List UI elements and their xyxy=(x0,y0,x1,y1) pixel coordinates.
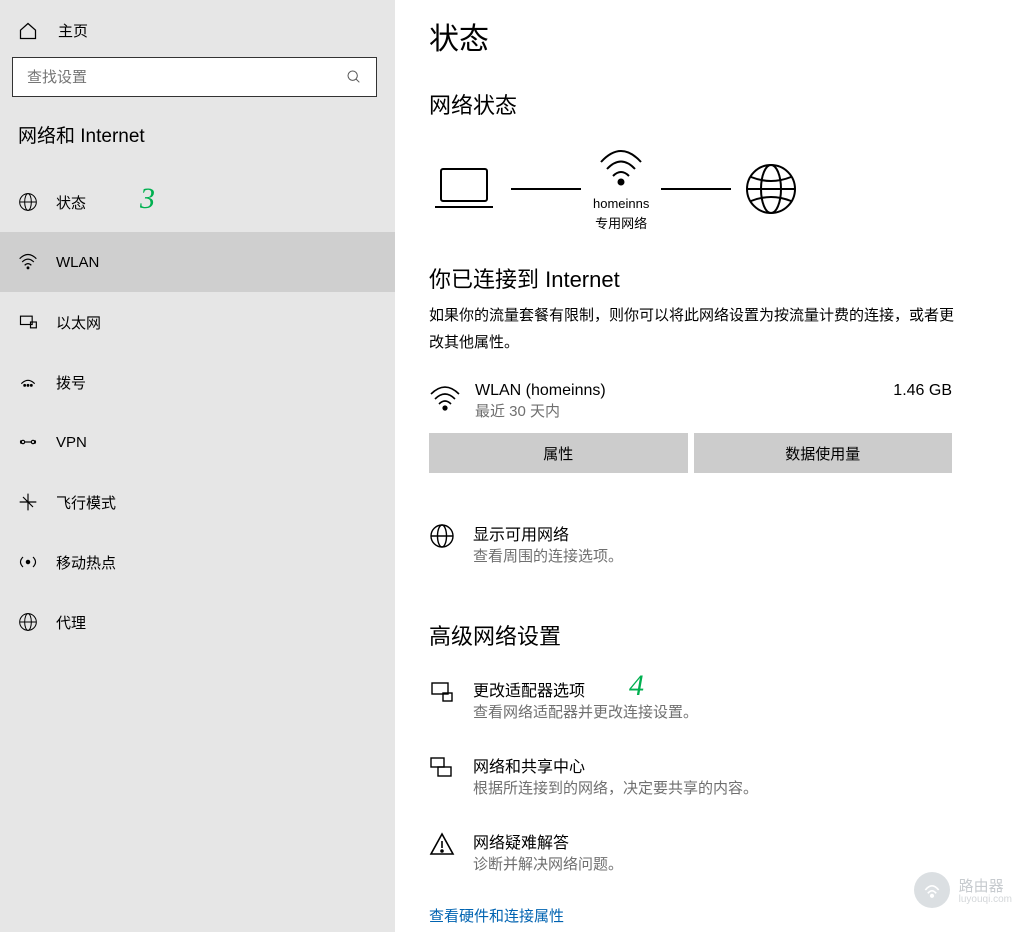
nav-item-wlan[interactable]: WLAN xyxy=(0,232,395,292)
troubleshoot-sub: 诊断并解决网络问题。 xyxy=(473,853,623,877)
sharing-center-row[interactable]: 网络和共享中心 根据所连接到的网络，决定要共享的内容。 xyxy=(429,753,1024,829)
watermark: 路由器 luyouqi.com xyxy=(914,872,1012,908)
sidebar: 主页 网络和 Internet 状态 3 WLAN 以太网 xyxy=(0,0,395,932)
watermark-icon xyxy=(914,872,950,908)
nav-item-vpn[interactable]: VPN xyxy=(0,412,395,472)
adapter-title: 更改适配器选项 xyxy=(473,677,698,701)
wlan-usage: 1.46 GB xyxy=(893,382,1024,400)
diagram-line xyxy=(661,188,731,190)
nav-item-hotspot[interactable]: 移动热点 xyxy=(0,532,395,592)
network-diagram: homeinns 专用网络 xyxy=(429,146,1024,238)
data-usage-button[interactable]: 数据使用量 xyxy=(694,433,953,473)
diagram-net-type: 专用网络 xyxy=(595,213,647,232)
show-networks-sub: 查看周围的连接选项。 xyxy=(473,545,623,569)
nav-label: 移动热点 xyxy=(56,552,116,573)
search-box[interactable] xyxy=(12,57,377,97)
show-networks-title: 显示可用网络 xyxy=(473,521,623,545)
nav-item-airplane[interactable]: 飞行模式 xyxy=(0,472,395,532)
wlan-sub: 最近 30 天内 xyxy=(475,400,879,421)
search-input[interactable] xyxy=(27,69,329,86)
properties-button[interactable]: 属性 xyxy=(429,433,688,473)
globe-icon xyxy=(429,521,455,549)
wifi-icon xyxy=(18,252,38,272)
nav-label: 拨号 xyxy=(56,372,86,393)
annotation-3: 3 xyxy=(140,182,155,216)
wifi-icon xyxy=(429,382,461,412)
diagram-line xyxy=(511,188,581,190)
laptop-icon xyxy=(429,163,499,215)
sharing-sub: 根据所连接到的网络，决定要共享的内容。 xyxy=(473,777,758,801)
wlan-row: WLAN (homeinns) 最近 30 天内 1.46 GB xyxy=(429,356,1024,421)
proxy-icon xyxy=(18,612,38,632)
connected-description: 如果你的流量套餐有限制，则你可以将此网络设置为按流量计费的连接，或者更改其他属性… xyxy=(429,302,959,356)
home-row[interactable]: 主页 xyxy=(0,0,395,57)
home-icon xyxy=(18,21,38,41)
dialup-icon xyxy=(18,372,38,392)
nav-label: 飞行模式 xyxy=(56,492,116,513)
nav-label: 代理 xyxy=(56,612,86,633)
wifi-icon xyxy=(597,146,645,188)
button-row: 属性 数据使用量 xyxy=(429,421,1024,473)
wlan-name: WLAN (homeinns) xyxy=(475,382,879,400)
adapter-options-row[interactable]: 更改适配器选项 查看网络适配器并更改连接设置。 4 xyxy=(429,677,1024,753)
hardware-link[interactable]: 查看硬件和连接属性 xyxy=(429,905,1024,926)
airplane-icon xyxy=(18,492,38,512)
home-label: 主页 xyxy=(58,20,88,41)
nav-item-proxy[interactable]: 代理 xyxy=(0,592,395,652)
nav-label: VPN xyxy=(56,434,87,451)
nav-item-status[interactable]: 状态 3 xyxy=(0,172,395,232)
globe-icon xyxy=(743,161,799,217)
watermark-sub: luyouqi.com xyxy=(959,894,1012,905)
adapter-icon xyxy=(429,677,455,705)
vpn-icon xyxy=(18,432,38,452)
nav-label: 以太网 xyxy=(56,312,101,333)
ethernet-icon xyxy=(18,312,38,332)
search-icon xyxy=(346,69,362,85)
network-status-title: 网络状态 xyxy=(429,88,1024,146)
sharing-title: 网络和共享中心 xyxy=(473,753,758,777)
diagram-ssid: homeinns xyxy=(593,190,649,211)
nav-label: WLAN xyxy=(56,254,99,271)
nav-list: 状态 3 WLAN 以太网 拨号 VPN xyxy=(0,172,395,652)
main-content: 状态 网络状态 homeinns 专用网络 你已连接到 Internet 如果你… xyxy=(395,0,1024,932)
warning-icon xyxy=(429,829,455,857)
connected-title: 你已连接到 Internet xyxy=(429,238,1024,302)
sharing-icon xyxy=(429,753,455,781)
watermark-text: 路由器 xyxy=(959,875,1012,896)
hotspot-icon xyxy=(18,552,38,572)
troubleshoot-title: 网络疑难解答 xyxy=(473,829,623,853)
show-networks-row[interactable]: 显示可用网络 查看周围的连接选项。 xyxy=(429,521,1024,597)
nav-item-ethernet[interactable]: 以太网 xyxy=(0,292,395,352)
nav-label: 状态 xyxy=(56,192,86,213)
nav-item-dialup[interactable]: 拨号 xyxy=(0,352,395,412)
globe-icon xyxy=(18,192,38,212)
sidebar-section-title: 网络和 Internet xyxy=(0,121,395,172)
advanced-title: 高级网络设置 xyxy=(429,619,1024,677)
adapter-sub: 查看网络适配器并更改连接设置。 xyxy=(473,701,698,725)
page-title: 状态 xyxy=(429,0,1024,88)
